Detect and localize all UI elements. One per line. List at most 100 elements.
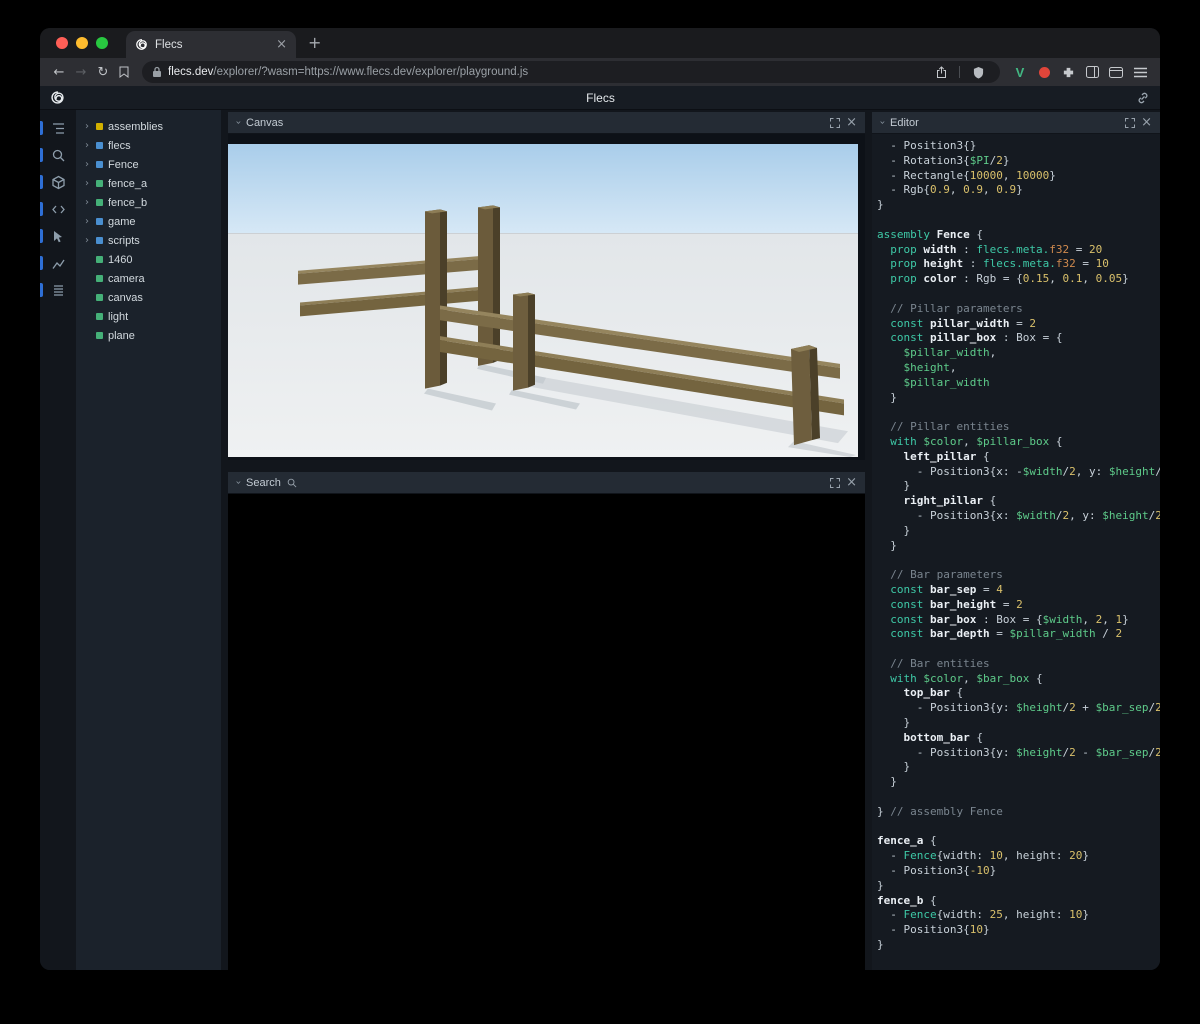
code-line: const bar_sep = 4 bbox=[890, 582, 1003, 596]
extensions-puzzle-icon[interactable] bbox=[1056, 66, 1080, 79]
address-bar[interactable]: flecs.dev/explorer/?wasm=https://www.fle… bbox=[142, 61, 1000, 83]
code-line: top_bar { bbox=[903, 686, 964, 700]
code-line: $height, bbox=[903, 360, 957, 374]
canvas-3d-viewport[interactable] bbox=[228, 134, 865, 460]
entity-kind-icon bbox=[96, 313, 103, 320]
reload-icon[interactable]: ↻ bbox=[92, 65, 114, 80]
close-icon[interactable]: × bbox=[846, 476, 857, 489]
editor-panel-header[interactable]: › Editor × bbox=[872, 112, 1160, 134]
tree-item[interactable]: › assemblies bbox=[76, 117, 221, 136]
search-icon bbox=[287, 478, 297, 487]
chevron-down-icon[interactable]: › bbox=[233, 121, 244, 125]
code-line: } bbox=[877, 938, 884, 952]
link-icon[interactable] bbox=[1136, 91, 1150, 105]
url-path: /explorer/?wasm=https://www.flecs.dev/ex… bbox=[213, 66, 529, 78]
close-icon[interactable]: × bbox=[1141, 116, 1152, 129]
page-header: Flecs bbox=[40, 86, 1160, 110]
tree-item[interactable]: › fence_a bbox=[76, 174, 221, 193]
share-icon[interactable] bbox=[929, 65, 953, 79]
canvas-panel-header[interactable]: › Canvas × bbox=[228, 112, 865, 134]
vue-extension-icon[interactable]: V bbox=[1008, 65, 1032, 80]
close-tab-icon[interactable]: × bbox=[276, 38, 287, 51]
active-indicator bbox=[40, 256, 43, 270]
tree-item[interactable]: plane bbox=[76, 326, 221, 345]
tree-item[interactable]: 1460 bbox=[76, 250, 221, 269]
active-indicator bbox=[40, 121, 43, 135]
tree-item[interactable]: › Fence bbox=[76, 155, 221, 174]
code-line: const bar_height = 2 bbox=[890, 597, 1023, 611]
red-extension-icon[interactable] bbox=[1032, 66, 1056, 78]
code-line: - Fence{width: 10, height: 20} bbox=[877, 849, 1089, 863]
entity-kind-icon bbox=[96, 161, 103, 168]
search-panel-header[interactable]: › Search × bbox=[228, 472, 865, 494]
code-line: // Pillar parameters bbox=[877, 301, 1023, 315]
tree-item[interactable]: › scripts bbox=[76, 231, 221, 250]
tree-item-label: light bbox=[108, 310, 129, 323]
sidebar-toggle-icon[interactable] bbox=[1080, 66, 1104, 78]
forward-icon[interactable]: → bbox=[70, 65, 92, 80]
chevron-right-icon[interactable]: › bbox=[83, 159, 91, 170]
sidebar-icon-strip bbox=[40, 110, 76, 970]
menu-icon[interactable] bbox=[1128, 67, 1152, 78]
code-line: } bbox=[877, 523, 911, 537]
page-title: Flecs bbox=[586, 90, 615, 105]
tree-item[interactable]: › game bbox=[76, 212, 221, 231]
sidebar-stats-button[interactable] bbox=[40, 255, 76, 271]
chevron-right-icon[interactable]: › bbox=[83, 178, 91, 189]
chevron-down-icon[interactable]: › bbox=[233, 481, 244, 485]
page-main: › assemblies › flecs › Fence › fence_a › fence_b ›… bbox=[40, 110, 1160, 970]
tree-item[interactable]: › fence_b bbox=[76, 193, 221, 212]
sidebar-search-button[interactable] bbox=[40, 147, 76, 163]
panel-title: Editor bbox=[890, 116, 919, 129]
code-line: assembly Fence { bbox=[877, 227, 983, 241]
chevron-down-icon[interactable]: › bbox=[877, 121, 888, 125]
new-tab-button[interactable]: + bbox=[308, 35, 321, 51]
sidebar-inspect-button[interactable] bbox=[40, 228, 76, 244]
tree-item[interactable]: › flecs bbox=[76, 136, 221, 155]
search-icon bbox=[52, 149, 64, 161]
tree-item[interactable]: camera bbox=[76, 269, 221, 288]
url-text: flecs.dev/explorer/?wasm=https://www.fle… bbox=[168, 66, 923, 78]
tree-item-label: camera bbox=[108, 272, 145, 285]
code-line: - Fence{width: 25, height: 10} bbox=[877, 908, 1089, 922]
tree-item[interactable]: light bbox=[76, 307, 221, 326]
bookmark-icon[interactable] bbox=[114, 66, 134, 78]
minimize-window-button[interactable] bbox=[76, 37, 88, 49]
back-icon[interactable]: ← bbox=[48, 65, 70, 80]
zoom-window-button[interactable] bbox=[96, 37, 108, 49]
rows-icon bbox=[53, 284, 63, 296]
flecs-explorer-page: Flecs › assemblies › flecs › Fence › fen… bbox=[40, 86, 1160, 970]
browser-tab[interactable]: Flecs × bbox=[126, 31, 296, 58]
sidebar-entities-button[interactable] bbox=[40, 174, 76, 190]
tree-item[interactable]: canvas bbox=[76, 288, 221, 307]
chevron-right-icon[interactable]: › bbox=[83, 216, 91, 227]
flecs-logo-icon bbox=[51, 91, 64, 104]
divider bbox=[959, 66, 960, 78]
expand-icon[interactable] bbox=[1125, 117, 1136, 128]
sidebar-tree-button[interactable] bbox=[40, 120, 76, 136]
code-line: - Position3{-10} bbox=[877, 864, 997, 878]
chevron-right-icon[interactable]: › bbox=[83, 235, 91, 246]
sidebar-script-button[interactable] bbox=[40, 201, 76, 217]
search-results-area[interactable] bbox=[228, 494, 865, 970]
shield-icon[interactable] bbox=[966, 66, 990, 79]
tree-item-label: fence_a bbox=[108, 177, 148, 190]
close-window-button[interactable] bbox=[56, 37, 68, 49]
code-line: - Position3{x: $width/2, y: $height/2} bbox=[877, 508, 1160, 522]
code-line: const pillar_box : Box = { bbox=[890, 331, 1063, 345]
entity-kind-icon bbox=[96, 256, 103, 263]
entity-kind-icon bbox=[96, 218, 103, 225]
expand-icon[interactable] bbox=[830, 477, 841, 488]
code-editor[interactable]: - Position3{} - Rotation3{$PI/2} - Recta… bbox=[872, 134, 1160, 970]
chevron-right-icon[interactable]: › bbox=[83, 140, 91, 151]
chevron-right-icon[interactable]: › bbox=[83, 121, 91, 132]
close-icon[interactable]: × bbox=[846, 116, 857, 129]
chevron-right-icon[interactable]: › bbox=[83, 197, 91, 208]
active-indicator bbox=[40, 148, 43, 162]
sidebar-memory-button[interactable] bbox=[40, 282, 76, 298]
wallet-icon[interactable] bbox=[1104, 66, 1128, 78]
expand-icon[interactable] bbox=[830, 117, 841, 128]
